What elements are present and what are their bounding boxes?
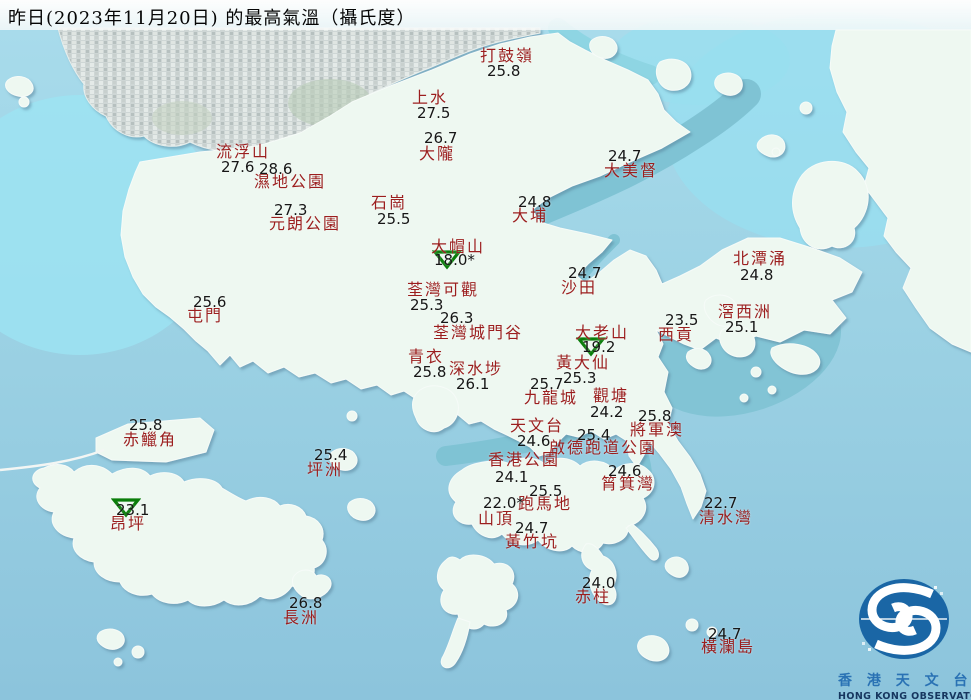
station-value: 24.7 <box>708 625 742 643</box>
station-label: 清水灣 <box>699 508 754 527</box>
station-value: 26.7 <box>424 129 458 147</box>
hko-logo-english: HONG KONG OBSERVATORY <box>838 691 971 700</box>
station-value: 25.1 <box>725 318 759 336</box>
station-value: 25.7 <box>530 375 564 393</box>
station-value: 25.8 <box>638 407 672 425</box>
station-value: 24.6 <box>608 462 642 480</box>
station-value: 24.0 <box>582 574 616 592</box>
station-value: 18.0* <box>434 251 475 269</box>
station-value: 24.7 <box>608 147 642 165</box>
station-label: 沙田 <box>561 278 598 297</box>
station-value: 26.3 <box>440 309 474 327</box>
station-value: 25.4 <box>314 446 348 464</box>
station-value: 24.1 <box>495 468 529 486</box>
station-label: 荃灣城門谷 <box>433 323 524 342</box>
station-label: 山頂 <box>478 509 515 528</box>
station-value: 25.8 <box>413 363 447 381</box>
station-label: 西貢 <box>658 325 695 344</box>
station-label: 長洲 <box>283 608 320 627</box>
station-value: 25.8 <box>487 62 521 80</box>
station-value: 27.5 <box>417 104 451 122</box>
station-value: 24.7 <box>568 264 602 282</box>
page-title: 昨日(2023年11月20日) 的最高氣溫（攝氏度） <box>8 8 416 29</box>
station-value: 24.7 <box>515 519 549 537</box>
station-value: 24.6 <box>517 432 551 450</box>
station-value: 22.7 <box>704 494 738 512</box>
station-value: 22.0* <box>483 494 524 512</box>
station-value: 25.8 <box>129 416 163 434</box>
station-label: 石崗 <box>371 193 408 212</box>
station-value: 25.5 <box>377 210 411 228</box>
station-value: 25.6 <box>193 293 227 311</box>
station-value: 27.6 <box>221 158 255 176</box>
station-value: 24.8 <box>518 193 552 211</box>
station-label: 觀塘 <box>593 386 630 405</box>
hong-kong-map <box>0 0 971 700</box>
station-value: 23.5 <box>665 311 699 329</box>
station-label: 赤鱲角 <box>123 430 178 449</box>
station-value: 25.3 <box>563 369 597 387</box>
station-label: 大美督 <box>604 161 659 180</box>
station-value: 27.3 <box>274 201 308 219</box>
station-value: 25.4 <box>577 426 611 444</box>
station-value: 26.1 <box>456 375 490 393</box>
station-value: 25.3 <box>410 296 444 314</box>
station-value: 23.1 <box>116 501 150 519</box>
station-value: 28.6 <box>259 160 293 178</box>
station-label: 坪洲 <box>307 460 344 479</box>
hko-logo: 香 港 天 文 台 HONG KONG OBSERVATORY <box>838 574 971 700</box>
station-value: 25.5 <box>529 482 563 500</box>
station-value: 24.8 <box>740 266 774 284</box>
station-label: 香港公園 <box>488 450 561 469</box>
station-value: 26.8 <box>289 594 323 612</box>
weather-map: 昨日(2023年11月20日) 的最高氣溫（攝氏度） 打鼓嶺 25.8 上水 27.5… <box>0 0 971 700</box>
hko-emblem-icon <box>859 579 949 659</box>
hko-logo-chinese: 香 港 天 文 台 <box>838 673 971 689</box>
station-label: 北潭涌 <box>733 249 788 268</box>
station-label: 大隴 <box>419 144 456 163</box>
station-value: 24.2 <box>590 403 624 421</box>
